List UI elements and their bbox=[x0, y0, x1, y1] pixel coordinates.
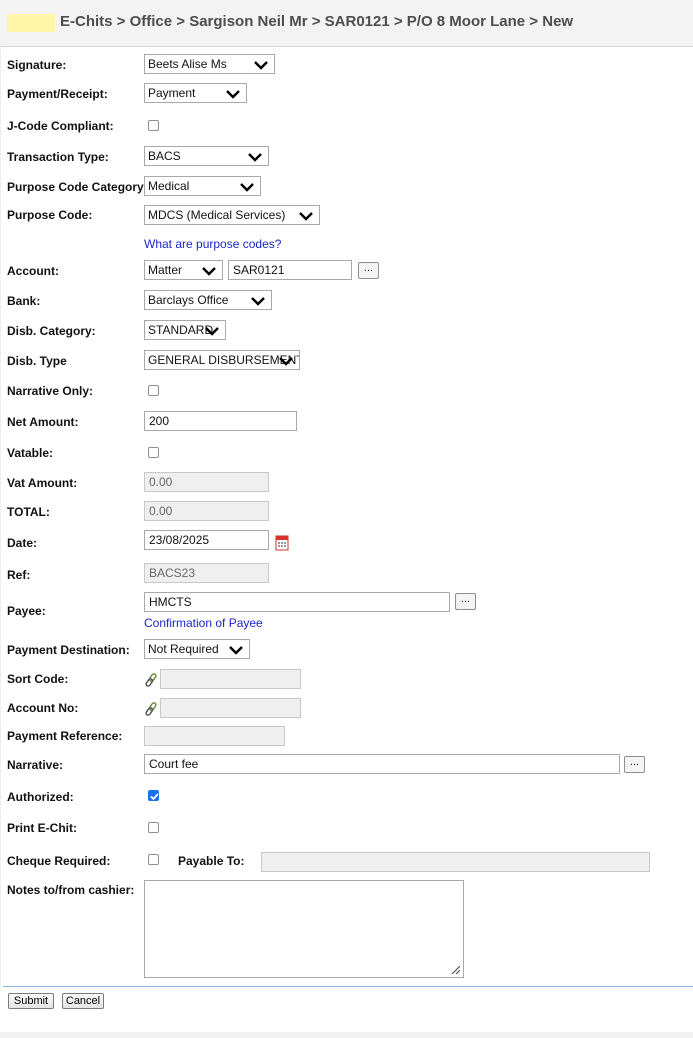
chevron-down-icon bbox=[229, 646, 243, 655]
chevron-down-icon bbox=[279, 357, 293, 366]
disb-category-label: Disb. Category: bbox=[7, 324, 96, 338]
account-no-label: Account No: bbox=[7, 701, 79, 715]
total-input: 0.00 bbox=[144, 501, 269, 521]
net-amount-label: Net Amount: bbox=[7, 415, 79, 429]
transaction-type-value: BACS bbox=[148, 149, 181, 163]
payable-to-label: Payable To: bbox=[178, 854, 245, 868]
date-input[interactable]: 23/08/2025 bbox=[144, 530, 269, 550]
cheque-required-label: Cheque Required: bbox=[7, 854, 111, 868]
signature-select[interactable]: Beets Alise Ms bbox=[144, 54, 275, 74]
account-code-input[interactable]: SAR0121 bbox=[228, 260, 352, 280]
print-echit-checkbox[interactable] bbox=[148, 822, 159, 833]
narrative-only-label: Narrative Only: bbox=[7, 384, 94, 398]
print-echit-label: Print E-Chit: bbox=[7, 821, 77, 835]
chevron-down-icon bbox=[240, 183, 254, 192]
signature-value: Beets Alise Ms bbox=[148, 57, 227, 71]
date-label: Date: bbox=[7, 536, 38, 550]
purpose-category-select[interactable]: Medical bbox=[144, 176, 261, 196]
page-header: E-Chits > Office > Sargison Neil Mr > SA… bbox=[0, 0, 693, 47]
payee-lookup-button[interactable]: ... bbox=[455, 593, 476, 610]
purpose-code-label: Purpose Code: bbox=[7, 208, 93, 222]
disb-category-select[interactable]: STANDARD bbox=[144, 320, 226, 340]
narrative-input[interactable]: Court fee bbox=[144, 754, 620, 774]
vat-amount-label: Vat Amount: bbox=[7, 476, 78, 490]
vatable-label: Vatable: bbox=[7, 446, 54, 460]
account-lookup-button[interactable]: ... bbox=[358, 262, 379, 279]
payment-receipt-select[interactable]: Payment bbox=[144, 83, 247, 103]
jcode-label: J-Code Compliant: bbox=[7, 119, 114, 133]
purpose-category-value: Medical bbox=[148, 179, 190, 193]
notes-textarea[interactable] bbox=[144, 880, 464, 978]
calendar-icon[interactable] bbox=[275, 533, 289, 551]
account-type-value: Matter bbox=[148, 263, 183, 277]
disb-type-value: GENERAL DISBURSEMENT bbox=[148, 353, 300, 367]
payment-receipt-value: Payment bbox=[148, 86, 196, 100]
highlight-mark bbox=[7, 14, 55, 32]
authorized-label: Authorized: bbox=[7, 790, 74, 804]
ref-label: Ref: bbox=[7, 568, 31, 582]
transaction-type-select[interactable]: BACS bbox=[144, 146, 269, 166]
narrative-only-checkbox[interactable] bbox=[148, 385, 159, 396]
narrative-label: Narrative: bbox=[7, 758, 64, 772]
payable-to-input bbox=[261, 852, 650, 872]
payment-destination-value: Not Required bbox=[148, 642, 219, 656]
chevron-down-icon bbox=[226, 90, 240, 99]
chevron-down-icon bbox=[299, 212, 313, 221]
chevron-down-icon bbox=[251, 297, 265, 306]
signature-label: Signature: bbox=[7, 58, 67, 72]
bank-value: Barclays Office bbox=[148, 293, 229, 307]
payment-destination-select[interactable]: Not Required bbox=[144, 639, 250, 659]
cheque-required-checkbox[interactable] bbox=[148, 854, 159, 865]
submit-button[interactable]: Submit bbox=[8, 993, 54, 1009]
chevron-down-icon bbox=[248, 153, 262, 162]
sort-code-input bbox=[160, 669, 301, 689]
disb-category-value: STANDARD bbox=[148, 323, 214, 337]
purpose-code-select[interactable]: MDCS (Medical Services) bbox=[144, 205, 320, 225]
jcode-checkbox[interactable] bbox=[148, 120, 159, 131]
bottom-bar bbox=[0, 1032, 693, 1038]
purpose-code-value: MDCS (Medical Services) bbox=[148, 208, 286, 222]
purpose-codes-help-link[interactable]: What are purpose codes? bbox=[144, 237, 281, 251]
authorized-checkbox[interactable] bbox=[148, 790, 159, 801]
cancel-button[interactable]: Cancel bbox=[62, 993, 104, 1009]
echit-form-page: E-Chits > Office > Sargison Neil Mr > SA… bbox=[0, 0, 693, 1038]
form-footer-divider bbox=[3, 986, 693, 987]
payment-reference-input bbox=[144, 726, 285, 746]
chevron-down-icon bbox=[202, 267, 216, 276]
chevron-down-icon bbox=[205, 327, 219, 336]
payee-input[interactable]: HMCTS bbox=[144, 592, 450, 612]
disb-type-label: Disb. Type bbox=[7, 354, 67, 368]
net-amount-input[interactable]: 200 bbox=[144, 411, 297, 431]
checkmark-icon bbox=[150, 793, 159, 801]
link-icon[interactable] bbox=[144, 702, 158, 716]
breadcrumb: E-Chits > Office > Sargison Neil Mr > SA… bbox=[60, 13, 574, 30]
account-no-input bbox=[160, 698, 301, 718]
total-label: TOTAL: bbox=[7, 505, 50, 519]
bank-select[interactable]: Barclays Office bbox=[144, 290, 272, 310]
payment-reference-label: Payment Reference: bbox=[7, 729, 123, 743]
transaction-type-label: Transaction Type: bbox=[7, 150, 109, 164]
chevron-down-icon bbox=[254, 61, 268, 70]
link-icon[interactable] bbox=[144, 673, 158, 687]
vat-amount-input: 0.00 bbox=[144, 472, 269, 492]
notes-label: Notes to/from cashier: bbox=[7, 883, 135, 897]
vatable-checkbox[interactable] bbox=[148, 447, 159, 458]
purpose-category-label: Purpose Code Category: bbox=[7, 180, 148, 194]
bank-label: Bank: bbox=[7, 294, 41, 308]
payment-receipt-label: Payment/Receipt: bbox=[7, 87, 108, 101]
payment-destination-label: Payment Destination: bbox=[7, 643, 130, 657]
resize-grip-icon[interactable] bbox=[450, 964, 460, 974]
narrative-lookup-button[interactable]: ... bbox=[624, 756, 645, 773]
payee-label: Payee: bbox=[7, 604, 46, 618]
account-label: Account: bbox=[7, 264, 59, 278]
sort-code-label: Sort Code: bbox=[7, 672, 69, 686]
ref-input: BACS23 bbox=[144, 563, 269, 583]
account-type-select[interactable]: Matter bbox=[144, 260, 223, 280]
disb-type-select[interactable]: GENERAL DISBURSEMENT bbox=[144, 350, 300, 370]
confirmation-of-payee-link[interactable]: Confirmation of Payee bbox=[144, 616, 263, 630]
